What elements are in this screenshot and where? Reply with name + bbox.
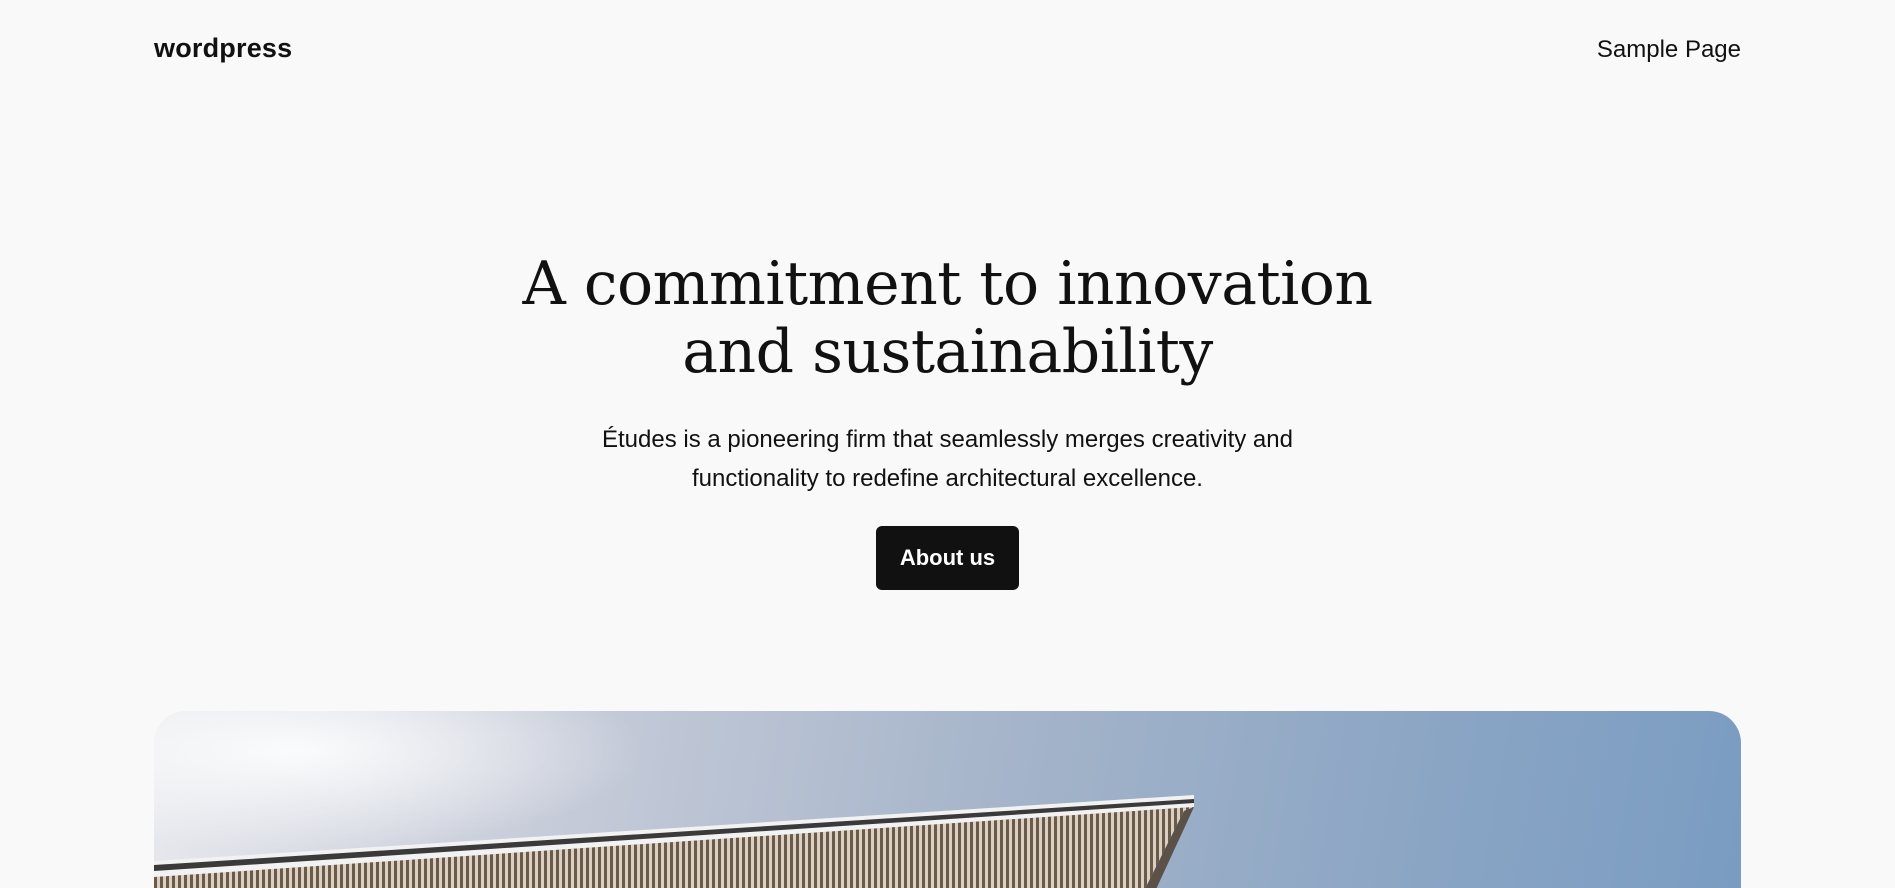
about-us-button[interactable]: About us <box>875 526 1020 590</box>
building-roof-illustration <box>154 711 1194 888</box>
site-title-link[interactable]: wordpress <box>154 33 292 64</box>
nav-link-sample-page[interactable]: Sample Page <box>1597 36 1741 64</box>
hero-description: Études is a pioneering firm that seamles… <box>602 426 1293 492</box>
site-header: wordpress Sample Page <box>0 0 1895 102</box>
hero-building-image <box>154 711 1741 888</box>
hero-title: A commitment to innovation and sustainab… <box>522 249 1373 387</box>
hero-section: A commitment to innovation and sustainab… <box>0 250 1895 590</box>
